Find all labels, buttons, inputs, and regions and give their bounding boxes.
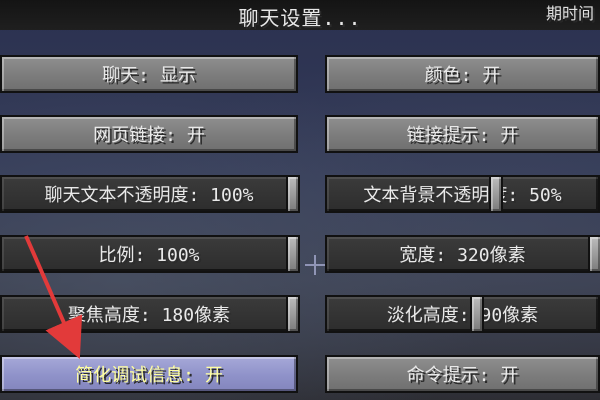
- web-links-label: 网页链接: 开: [93, 125, 205, 146]
- chat-text-opacity-slider-handle[interactable]: [286, 175, 300, 213]
- web-links-button[interactable]: 网页链接: 开: [0, 115, 298, 153]
- crosshair-icon: [305, 255, 325, 275]
- text-background-opacity-slider-handle[interactable]: [489, 175, 503, 213]
- link-prompt-label: 链接提示: 开: [406, 125, 519, 146]
- command-suggestions-button[interactable]: 命令提示: 开: [325, 355, 600, 393]
- fade-height-label: 淡化高度: 90像素: [386, 305, 539, 326]
- screen-title: 聊天设置...: [238, 6, 362, 30]
- scale-slider[interactable]: 比例: 100%: [0, 235, 300, 273]
- text-background-opacity-slider[interactable]: 文本背景不透明度: 50%: [325, 175, 600, 213]
- chat-text-opacity-slider[interactable]: 聊天文本不透明度: 100%: [0, 175, 300, 213]
- scale-label: 比例: 100%: [98, 245, 200, 266]
- link-prompt-button[interactable]: 链接提示: 开: [325, 115, 600, 153]
- scale-slider-handle[interactable]: [286, 235, 300, 273]
- focused-height-slider[interactable]: 聚焦高度: 180像素: [0, 295, 300, 333]
- width-label: 宽度: 320像素: [399, 245, 526, 266]
- fade-height-slider[interactable]: 淡化高度: 90像素: [325, 295, 600, 333]
- focused-height-slider-handle[interactable]: [286, 295, 300, 333]
- command-suggestions-label: 命令提示: 开: [406, 365, 519, 386]
- reduced-debug-info-label: 简化调试信息: 开: [75, 365, 223, 386]
- focused-height-label: 聚焦高度: 180像素: [67, 305, 231, 326]
- chat-text-opacity-label: 聊天文本不透明度: 100%: [44, 185, 254, 206]
- reduced-debug-info-button[interactable]: 简化调试信息: 开: [0, 355, 298, 393]
- width-slider[interactable]: 宽度: 320像素: [325, 235, 600, 273]
- fade-height-slider-handle[interactable]: [470, 295, 484, 333]
- text-background-opacity-label: 文本背景不透明度: 50%: [363, 185, 562, 206]
- top-right-text: 期时间: [545, 4, 594, 23]
- chat-colors-label: 颜色: 开: [424, 65, 501, 86]
- chat-colors-button[interactable]: 颜色: 开: [325, 55, 600, 93]
- chat-visibility-button[interactable]: 聊天: 显示: [0, 55, 298, 93]
- chat-visibility-label: 聊天: 显示: [102, 65, 196, 86]
- width-slider-handle[interactable]: [588, 235, 600, 273]
